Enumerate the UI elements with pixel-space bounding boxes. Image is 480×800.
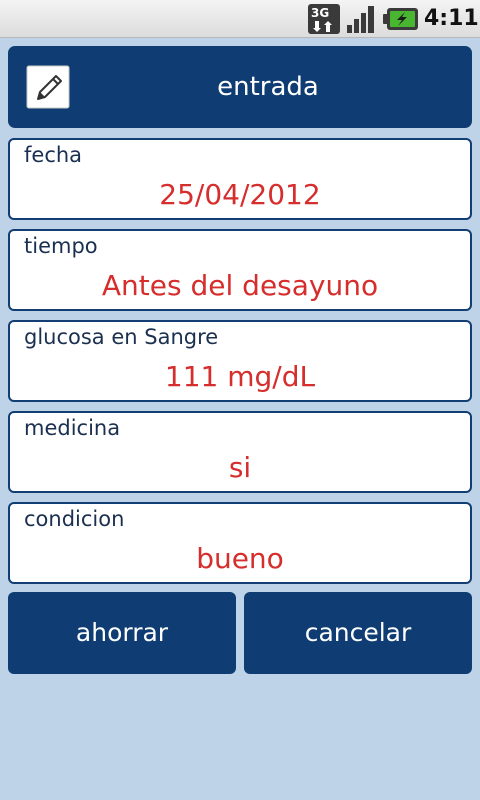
- battery-charging-icon: [383, 8, 418, 30]
- svg-text:3G: 3G: [311, 6, 329, 20]
- save-button[interactable]: ahorrar: [8, 592, 236, 674]
- blood-glucose-label: glucosa en Sangre: [24, 325, 219, 349]
- blood-glucose-value: 111 mg/dL: [164, 360, 316, 393]
- signal-strength-icon: [347, 6, 374, 33]
- medicine-value: si: [228, 451, 252, 484]
- condition-label: condicion: [24, 507, 125, 531]
- 3g-data-icon: 3G: [308, 4, 340, 34]
- condition-field[interactable]: condicion bueno: [8, 502, 472, 584]
- header-bar: entrada: [8, 46, 472, 128]
- clock: 4:11: [424, 6, 479, 31]
- time-value: Antes del desayuno: [101, 269, 379, 302]
- date-label: fecha: [24, 143, 83, 167]
- blood-glucose-field[interactable]: glucosa en Sangre 111 mg/dL: [8, 320, 472, 402]
- page-title: entrada: [217, 72, 319, 102]
- time-label: tiempo: [24, 234, 98, 258]
- cancel-button[interactable]: cancelar: [244, 592, 472, 674]
- medicine-label: medicina: [24, 416, 121, 440]
- condition-value: bueno: [196, 542, 284, 575]
- date-field[interactable]: fecha 25/04/2012: [8, 138, 472, 220]
- medicine-field[interactable]: medicina si: [8, 411, 472, 493]
- status-bar: 3G 4:11: [0, 0, 480, 38]
- time-field[interactable]: tiempo Antes del desayuno: [8, 229, 472, 311]
- date-value: 25/04/2012: [159, 178, 321, 211]
